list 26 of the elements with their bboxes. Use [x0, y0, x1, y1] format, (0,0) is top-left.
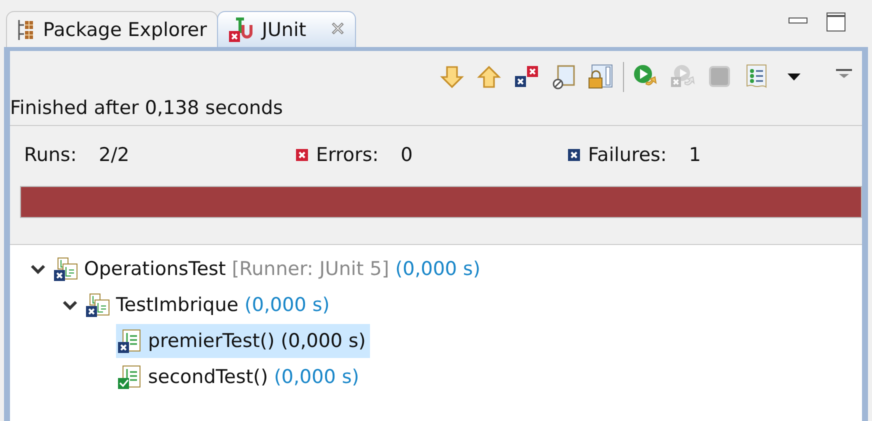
counter-label: Errors: — [316, 144, 379, 166]
counter-label: Runs: — [24, 144, 77, 166]
package-tree-icon — [17, 18, 35, 40]
rerun-failed-icon — [670, 64, 696, 90]
failures-only-icon — [514, 64, 540, 90]
view-tab[interactable]: Package Explorer — [6, 11, 218, 47]
stop-icon — [707, 64, 733, 90]
tree-item[interactable]: OperationsTest [Runner: JUnit 5] (0,000 s) — [52, 252, 484, 286]
next-failure-icon — [440, 64, 466, 90]
counter-value: 1 — [688, 144, 701, 166]
junit-icon — [228, 16, 254, 42]
tree-item[interactable]: premierTest() (0,000 s) — [116, 324, 370, 358]
error-icon — [296, 149, 308, 161]
maximize-icon[interactable] — [826, 12, 846, 32]
counter-value: 0 — [400, 144, 413, 166]
failure-icon — [568, 149, 580, 161]
skipped-icon — [551, 64, 577, 90]
scroll-lock-icon — [588, 64, 614, 90]
view-tab[interactable]: JUnit ✕ — [216, 11, 356, 47]
tree-item[interactable]: TestImbrique (0,000 s) — [84, 288, 334, 322]
status-text: Finished after 0,138 seconds — [10, 95, 862, 126]
prev-failure-icon — [477, 64, 503, 90]
counter-label: Failures: — [588, 144, 667, 166]
dropdown-icon — [787, 73, 801, 81]
tree-item[interactable]: secondTest() (0,000 s) — [116, 360, 364, 394]
counter-value: 2/2 — [98, 144, 130, 166]
